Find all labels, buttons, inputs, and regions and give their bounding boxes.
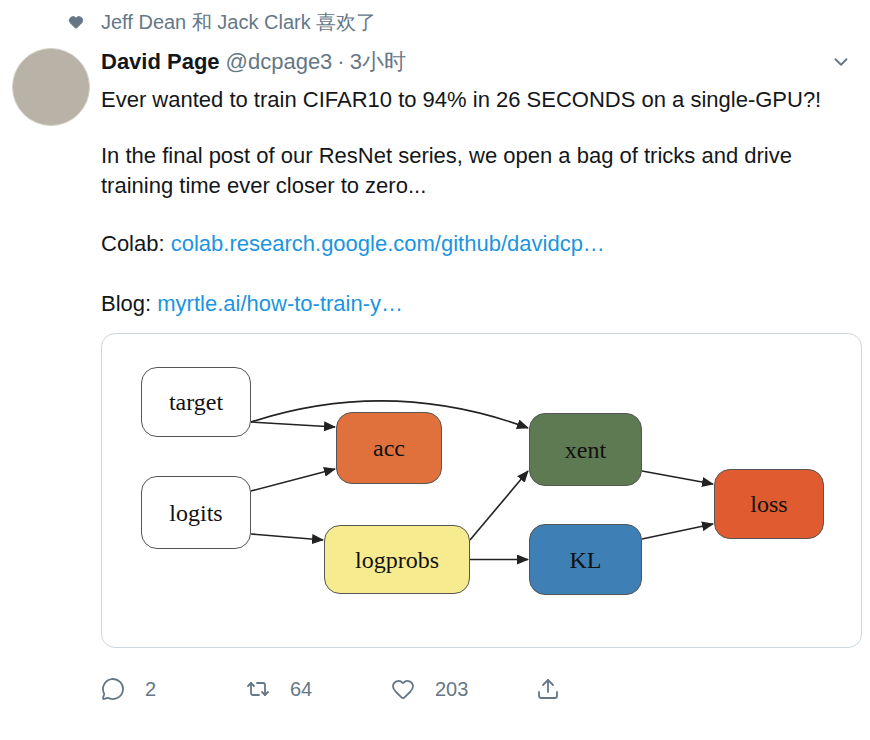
diagram-edge bbox=[470, 471, 528, 540]
link-label: Blog: bbox=[101, 291, 151, 316]
author-handle[interactable]: @dcpage3 bbox=[226, 48, 333, 76]
diagram-node: KL bbox=[529, 524, 642, 595]
liked-heart-icon bbox=[68, 14, 84, 30]
diagram-node: loss bbox=[714, 469, 824, 539]
diagram-edge bbox=[470, 559, 528, 561]
diagram-edge bbox=[642, 524, 713, 539]
tweet-link[interactable]: myrtle.ai/how-to-train-y… bbox=[157, 291, 403, 316]
reply-action[interactable]: 2 bbox=[101, 676, 246, 702]
more-chevron-icon[interactable] bbox=[830, 51, 852, 73]
social-context-text[interactable]: Jeff Dean 和 Jack Clark 喜欢了 bbox=[101, 8, 376, 36]
author-name[interactable]: David Page bbox=[101, 48, 220, 76]
share-action[interactable] bbox=[536, 677, 681, 701]
retweet-action[interactable]: 64 bbox=[246, 676, 391, 702]
tweet-link-line: Colab: colab.research.google.com/github/… bbox=[101, 229, 834, 259]
tweet-paragraph: In the final post of our ResNet series, … bbox=[101, 141, 834, 201]
diagram-node: logprobs bbox=[324, 525, 470, 594]
action-count: 203 bbox=[435, 676, 468, 702]
diagram-node: target bbox=[141, 367, 251, 437]
tweet-paragraph: Ever wanted to train CIFAR10 to 94% in 2… bbox=[101, 85, 834, 115]
tweet-text: Ever wanted to train CIFAR10 to 94% in 2… bbox=[101, 85, 854, 319]
diagram-edge bbox=[251, 534, 323, 540]
tweet-header: David Page@dcpage3·3小时 bbox=[101, 48, 854, 76]
tweet-page: Jeff Dean 和 Jack Clark 喜欢了 David Page@dcp… bbox=[0, 0, 870, 740]
tweet: David Page@dcpage3·3小时 Ever wanted to tra… bbox=[12, 48, 858, 702]
like-action[interactable]: 203 bbox=[391, 676, 536, 702]
diagram-node: xent bbox=[529, 413, 642, 486]
social-context: Jeff Dean 和 Jack Clark 喜欢了 bbox=[12, 8, 858, 36]
separator: · bbox=[337, 48, 344, 76]
diagram-edge bbox=[251, 469, 335, 491]
tweet-time[interactable]: 3小时 bbox=[350, 48, 406, 76]
action-bar: 2 64 203 bbox=[101, 676, 854, 702]
tweet-content: David Page@dcpage3·3小时 Ever wanted to tra… bbox=[101, 48, 858, 702]
action-count: 64 bbox=[290, 676, 312, 702]
tweet-link[interactable]: colab.research.google.com/github/davidcp… bbox=[171, 231, 605, 256]
avatar[interactable] bbox=[12, 48, 90, 126]
link-label: Colab: bbox=[101, 231, 165, 256]
tweet-link-line: Blog: myrtle.ai/how-to-train-y… bbox=[101, 289, 834, 319]
diagram-edge bbox=[642, 471, 713, 484]
heart-icon bbox=[391, 677, 415, 701]
reply-icon bbox=[101, 677, 125, 701]
diagram-node: logits bbox=[141, 476, 251, 549]
retweet-icon bbox=[246, 677, 270, 701]
action-count: 2 bbox=[145, 676, 156, 702]
diagram-node: acc bbox=[336, 412, 442, 484]
share-icon bbox=[536, 677, 560, 701]
media-card[interactable]: target logits acc logprobs xent KL loss bbox=[101, 333, 862, 648]
diagram-edge bbox=[251, 422, 335, 427]
